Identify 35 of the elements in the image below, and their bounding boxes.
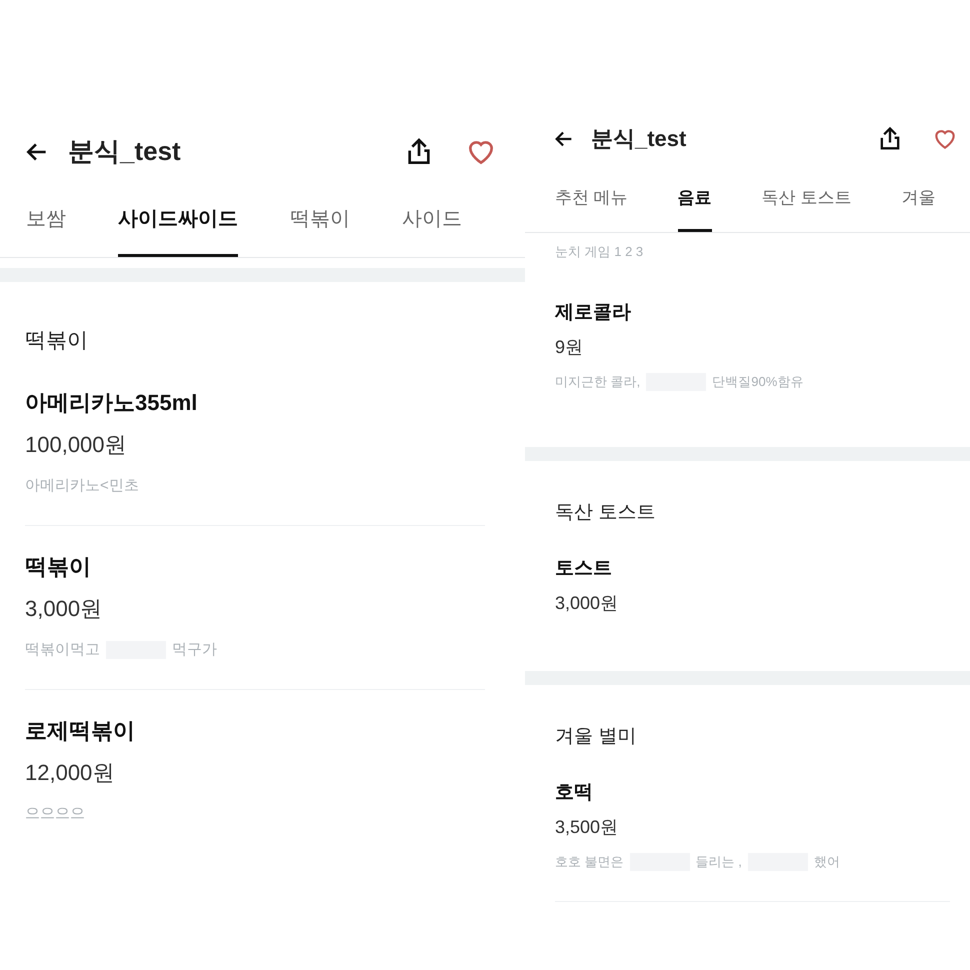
item-description: 으으으으 (25, 804, 85, 823)
category-tab[interactable]: 사이드싸이드 (118, 205, 238, 257)
item-price: 3,000원 (25, 595, 104, 623)
category-tab[interactable]: 떡볶이 (290, 205, 350, 257)
item-description: 먹구가 (172, 640, 217, 659)
item-price: 3,500원 (555, 816, 620, 839)
item-name: 제로콜라 (555, 301, 632, 325)
category-tab[interactable]: 보쌈 (26, 205, 66, 257)
section-title: 떡볶이 (25, 328, 89, 354)
category-tab[interactable]: 독산 토스트 (762, 186, 852, 232)
category-tab[interactable]: 사이드 (402, 205, 462, 257)
item-name: 로제떡볶이 (25, 717, 136, 745)
item-description: 떡볶이먹고 (25, 640, 100, 659)
item-name: 토스트 (555, 557, 613, 581)
item-description: 눈치 게임 1 2 3 (554, 243, 644, 261)
item-price: 12,000원 (25, 759, 116, 787)
item-description: 아메리카노<민초 (25, 476, 139, 495)
item-price: 100,000원 (25, 431, 128, 459)
category-tab[interactable]: 추천 메뉴 (555, 186, 628, 232)
item-price: 3,000원 (555, 592, 620, 615)
store-title: 분식_test (591, 125, 688, 153)
item-description: 들리는 , (696, 853, 742, 871)
item-price: 9원 (555, 336, 584, 359)
item-name: 호떡 (555, 781, 594, 805)
item-name: 아메리카노355ml (25, 389, 198, 417)
store-title: 분식_test (68, 135, 182, 168)
item-description: 단백질90%함유 (712, 373, 804, 391)
section-title: 독산 토스트 (555, 501, 656, 525)
category-tab[interactable]: 음료 (678, 186, 712, 232)
item-description: 호호 불면은 (555, 853, 624, 871)
section-title: 겨울 별미 (555, 725, 638, 749)
item-description: 미지근한 콜라, (555, 373, 640, 391)
category-tab[interactable]: 겨울 (901, 186, 936, 232)
item-description: 했어 (814, 853, 840, 871)
item-name: 떡볶이 (25, 553, 92, 581)
